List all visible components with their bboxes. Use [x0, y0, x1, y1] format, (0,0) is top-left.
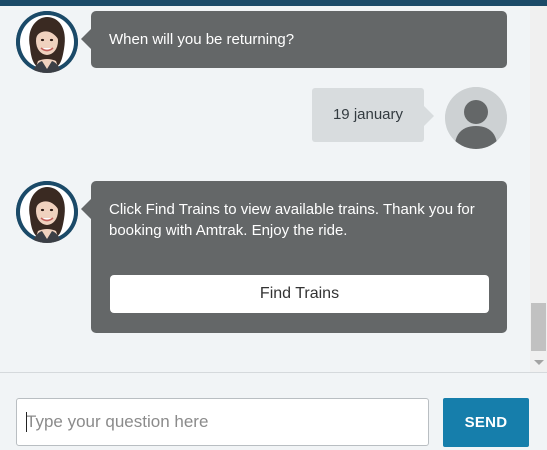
chat-window: When will you be returning? 19 january C…	[0, 0, 547, 450]
message-list: When will you be returning? 19 january C…	[0, 6, 547, 372]
agent-photo-icon	[16, 11, 78, 73]
chat-scrollbar[interactable]	[530, 6, 547, 372]
agent-photo-icon	[16, 181, 78, 243]
bot-message: When will you be returning?	[81, 11, 507, 68]
user-message: 19 january	[312, 88, 434, 142]
chevron-down-icon[interactable]	[534, 360, 544, 365]
agent-avatar	[16, 181, 78, 243]
send-button[interactable]: SEND	[443, 398, 529, 447]
question-input[interactable]	[16, 398, 429, 446]
bot-message-text: Click Find Trains to view available trai…	[109, 201, 475, 239]
user-silhouette-icon	[445, 87, 507, 149]
text-caret	[26, 412, 27, 432]
agent-avatar	[16, 11, 78, 73]
user-message-text: 19 january	[332, 106, 404, 123]
composer: SEND	[0, 373, 547, 450]
bot-message: Click Find Trains to view available trai…	[81, 181, 507, 333]
find-trains-button[interactable]: Find Trains	[110, 275, 489, 313]
bot-message-text: When will you be returning?	[109, 31, 295, 48]
user-avatar	[445, 87, 507, 149]
scrollbar-thumb[interactable]	[531, 303, 546, 351]
